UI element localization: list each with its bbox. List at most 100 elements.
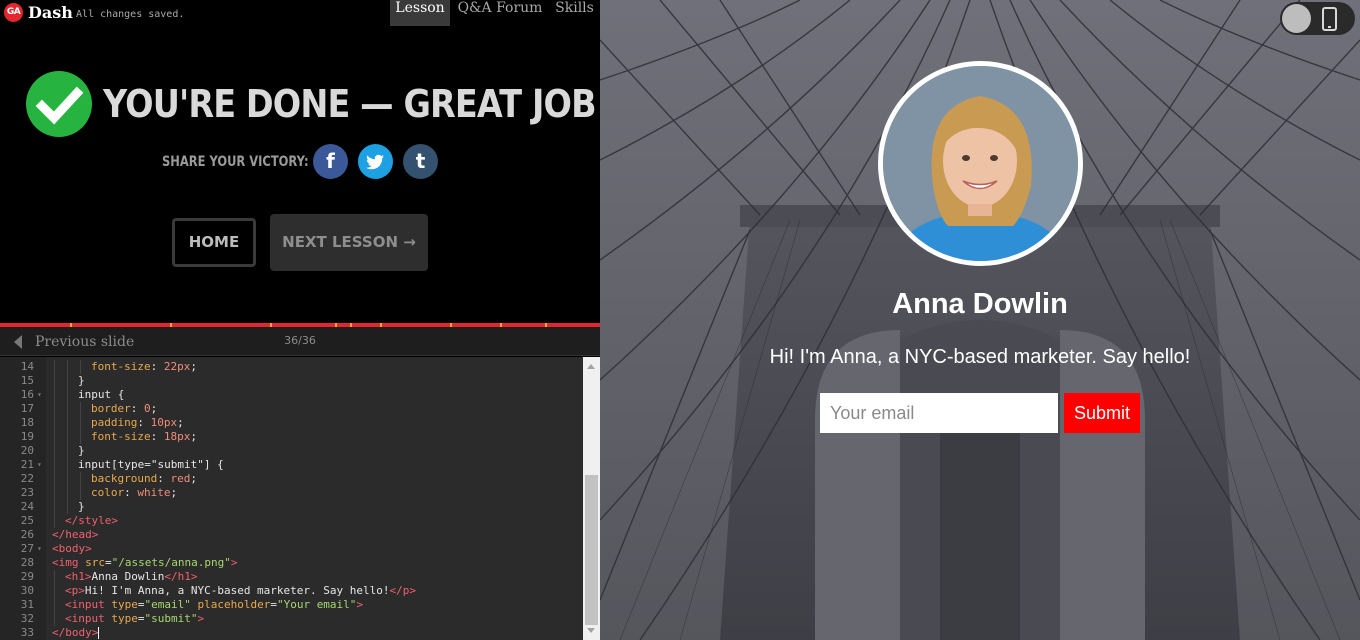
code-text: } — [78, 374, 85, 388]
checkmark-icon — [26, 71, 92, 137]
submit-button[interactable]: Submit — [1064, 393, 1140, 433]
code-token: <img — [52, 556, 86, 569]
tab-skills[interactable]: Skills — [552, 0, 597, 26]
indent-guide — [54, 514, 55, 528]
editor-scrollbar[interactable] — [583, 357, 600, 640]
next-lesson-button[interactable]: NEXT LESSON → — [270, 214, 428, 271]
share-tumblr-button[interactable]: t — [403, 144, 438, 179]
arrow-left-icon[interactable] — [14, 335, 22, 349]
line-number: 15 — [20, 374, 34, 387]
indent-guide — [80, 360, 81, 374]
code-line[interactable]: 15} — [0, 374, 583, 388]
code-line[interactable]: 16 ▾ input { — [0, 388, 583, 402]
code-line[interactable]: 24} — [0, 500, 583, 514]
code-token: } — [78, 500, 85, 513]
code-token: type — [111, 598, 138, 611]
code-line[interactable]: 17 border: 0; — [0, 402, 583, 416]
fold-arrow-icon[interactable]: ▾ — [37, 458, 42, 472]
code-line[interactable]: 32 <input type="submit"> — [0, 612, 583, 626]
ga-logo[interactable]: GA — [4, 3, 23, 22]
code-token: "Your email" — [276, 598, 357, 611]
code-token: font-size — [91, 360, 151, 373]
indent-guide — [67, 374, 68, 388]
code-text: </style> — [65, 514, 118, 528]
previous-slide-link[interactable]: Previous slide — [35, 333, 134, 351]
indent-guide — [54, 598, 55, 612]
code-token: input { — [78, 388, 125, 401]
indent-guide — [80, 416, 81, 430]
tab-lesson[interactable]: Lesson — [390, 0, 450, 26]
home-button[interactable]: HOME — [172, 218, 256, 267]
indent-guide — [67, 500, 68, 514]
code-line[interactable]: 20} — [0, 444, 583, 458]
code-line[interactable]: 22 background: red; — [0, 472, 583, 486]
code-line[interactable]: 21 ▾ input[type="submit"] { — [0, 458, 583, 472]
code-line[interactable]: 19 font-size: 18px; — [0, 430, 583, 444]
profile-avatar — [878, 61, 1083, 266]
line-number: 32 — [20, 612, 34, 625]
code-token: ; — [177, 416, 184, 429]
line-number: 27 — [20, 542, 34, 555]
code-text: } — [78, 444, 85, 458]
code-token: border — [91, 402, 131, 415]
line-number: 17 — [20, 402, 34, 415]
line-number: 20 — [20, 444, 34, 457]
code-token: Anna Dowlin — [91, 570, 165, 583]
brand-name[interactable]: Dash — [28, 3, 73, 23]
share-twitter-button[interactable] — [358, 144, 393, 179]
code-line[interactable]: 14 font-size: 22px; — [0, 360, 583, 374]
scroll-thumb[interactable] — [585, 475, 598, 625]
code-line[interactable]: 29 <h1>Anna Dowlin</h1> — [0, 570, 583, 584]
code-line[interactable]: 30 <p>Hi! I'm Anna, a NYC-based marketer.… — [0, 584, 583, 598]
code-token: > — [230, 556, 238, 569]
code-line[interactable]: 27 ▾ <body> — [0, 542, 583, 556]
toggle-knob[interactable] — [1282, 4, 1311, 33]
slide-counter: 36/36 — [284, 334, 316, 347]
code-line[interactable]: 23 color: white; — [0, 486, 583, 500]
fold-arrow-icon[interactable]: ▾ — [37, 388, 42, 402]
fold-arrow-icon[interactable]: ▾ — [37, 542, 42, 556]
line-number: 26 — [20, 528, 34, 541]
completion-panel: YOU'RE DONE — GREAT JOB! SHARE YOUR VICT… — [0, 27, 600, 323]
code-token: "submit" — [144, 612, 198, 625]
code-token: font-size — [91, 430, 151, 443]
code-line[interactable]: 31 <input type="email" placeholder="Your … — [0, 598, 583, 612]
code-line[interactable]: 26 </head> — [0, 528, 583, 542]
scroll-up-arrow-icon[interactable] — [587, 364, 595, 369]
code-line[interactable]: 25 </style> — [0, 514, 583, 528]
indent-guide — [54, 402, 55, 416]
save-status: All changes saved. — [76, 9, 185, 20]
mobile-phone-icon[interactable] — [1322, 7, 1337, 31]
tab-qa-forum[interactable]: Q&A Forum — [455, 0, 545, 26]
code-line[interactable]: 28 <img src="/assets/anna.png"> — [0, 556, 583, 570]
code-text: background: red; — [91, 472, 197, 486]
code-token: type — [111, 612, 138, 625]
code-token: <input — [65, 612, 112, 625]
completion-title: YOU'RE DONE — GREAT JOB! — [103, 82, 600, 126]
scroll-down-arrow-icon[interactable] — [587, 628, 595, 633]
line-number: 31 — [20, 598, 34, 611]
code-text: input[type="submit"] { — [78, 458, 224, 472]
code-text: border: 0; — [91, 402, 157, 416]
code-token: } — [78, 374, 85, 387]
code-token: ; — [150, 402, 158, 415]
code-text: color: white; — [91, 486, 177, 500]
code-token: : — [150, 360, 164, 373]
indent-guide — [80, 486, 81, 500]
text-cursor — [98, 627, 100, 639]
share-facebook-button[interactable]: f — [313, 144, 348, 179]
top-bar: GA Dash All changes saved. Lesson Q&A Fo… — [0, 0, 600, 27]
code-editor[interactable]: 14 font-size: 22px; 15} 16 ▾ input {17 border:… — [0, 357, 600, 640]
email-input[interactable] — [820, 393, 1058, 433]
code-token: : — [130, 402, 144, 415]
line-number: 18 — [20, 416, 34, 429]
device-preview-toggle[interactable] — [1280, 2, 1355, 35]
code-token: </style> — [65, 514, 118, 527]
code-line[interactable]: 33 </body> — [0, 626, 583, 640]
code-text: font-size: 22px; — [91, 360, 197, 374]
twitter-icon — [366, 154, 384, 170]
code-line[interactable]: 18 padding: 10px; — [0, 416, 583, 430]
code-token: ; — [170, 486, 178, 499]
indent-guide — [67, 458, 68, 472]
code-token: : — [124, 486, 138, 499]
